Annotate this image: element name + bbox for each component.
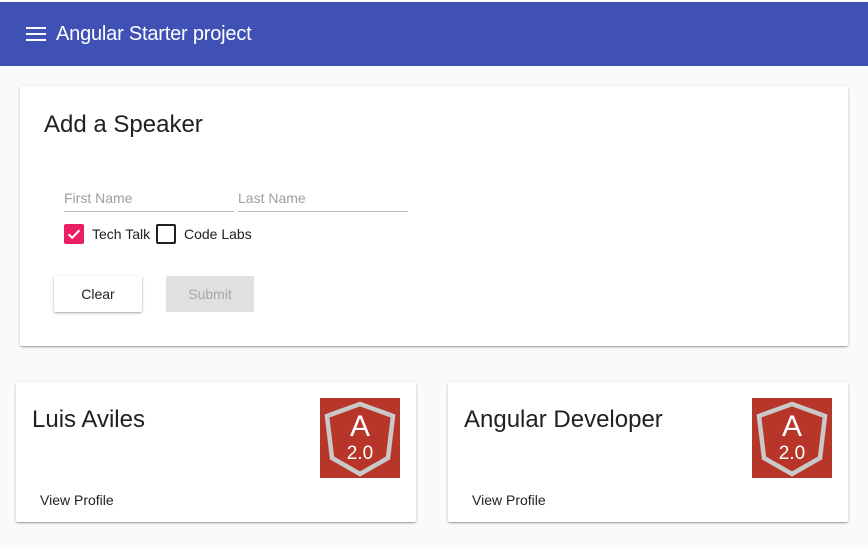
speaker-card: Angular Developer A 2.0 View Profile [448, 382, 848, 522]
logo-letter: A [782, 410, 802, 443]
logo-letter: A [350, 410, 370, 443]
last-name-input[interactable] [238, 188, 408, 206]
logo-version: 2.0 [779, 443, 805, 464]
view-profile-button[interactable]: View Profile [24, 484, 130, 516]
logo-version: 2.0 [347, 443, 373, 464]
tech-talk-option[interactable]: Tech Talk [64, 224, 150, 244]
code-labs-option[interactable]: Code Labs [156, 224, 252, 244]
last-name-field [238, 188, 408, 212]
code-labs-checkbox[interactable] [156, 224, 176, 244]
speaker-name: Luis Aviles [32, 406, 145, 433]
submit-button[interactable]: Submit [166, 276, 254, 312]
tech-talk-label: Tech Talk [92, 226, 151, 242]
tech-talk-checkbox[interactable] [64, 224, 84, 244]
clear-button[interactable]: Clear [54, 276, 142, 312]
angular-2-logo-icon: A 2.0 [752, 398, 832, 478]
view-profile-button[interactable]: View Profile [456, 484, 562, 516]
checkmark-icon [67, 229, 81, 240]
code-labs-label: Code Labs [184, 226, 252, 242]
add-speaker-card: Add a Speaker [20, 86, 848, 346]
speaker-name: Angular Developer [464, 406, 663, 433]
first-name-input[interactable] [64, 188, 234, 206]
form-title: Add a Speaker [44, 111, 203, 138]
menu-icon[interactable] [26, 27, 46, 41]
app-toolbar: Angular Starter project [0, 2, 868, 66]
first-name-field [64, 188, 234, 212]
angular-2-logo-icon: A 2.0 [320, 398, 400, 478]
app-title: Angular Starter project [56, 22, 252, 45]
speaker-card: Luis Aviles A 2.0 View Profile [16, 382, 416, 522]
